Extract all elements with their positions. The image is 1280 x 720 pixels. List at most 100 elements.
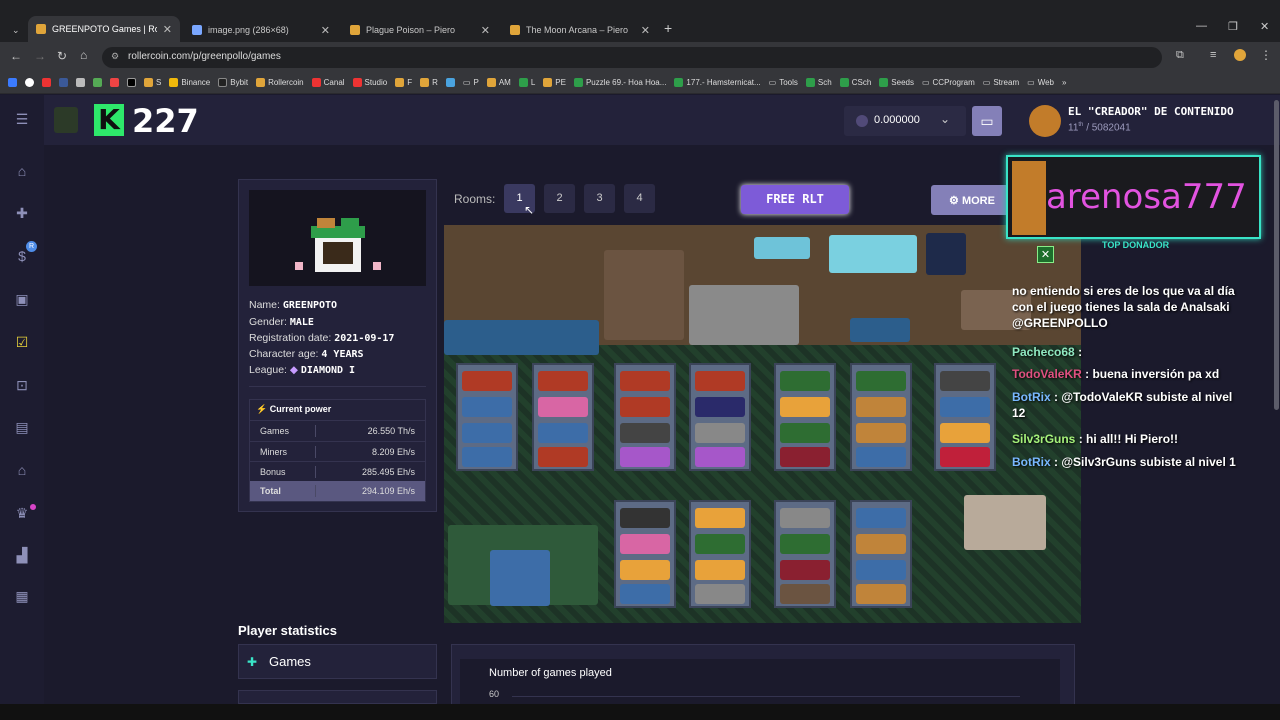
power-row-miners: Miners 8.209 Eh/s [250,441,425,461]
new-tab-icon[interactable]: + [664,20,672,36]
url-input[interactable]: ⚙ rollercoin.com/p/greenpollo/games [102,47,1162,68]
gamepad-icon[interactable]: ✚ [12,205,32,223]
mining-room[interactable] [444,225,1081,623]
profile-avatar-icon[interactable] [1234,49,1246,61]
home-icon[interactable]: ⌂ [80,48,87,62]
trophy-icon[interactable]: ♛ [12,505,32,523]
page-scrollbar[interactable] [1274,100,1279,410]
minimize-icon[interactable]: — [1196,20,1207,32]
bookmark-item[interactable]: Bybit [218,78,248,87]
bookmark-item[interactable]: AM [486,78,511,87]
bookmark-item[interactable]: Seeds [879,78,914,87]
media-icon[interactable]: ≡ [1210,49,1216,61]
bookmark-item[interactable]: Studio [352,78,387,87]
bookmark-item[interactable]: F [395,78,412,87]
miner-rack[interactable] [614,500,676,608]
miner-rack[interactable] [850,363,912,471]
miner-rack[interactable] [532,363,594,471]
menu-icon[interactable]: ☰ [12,111,32,129]
bookmark-item[interactable]: Canal [311,78,345,87]
close-icon[interactable]: ✕ [163,23,172,36]
power-value: 8.209 Eh/s [371,447,415,457]
profile-league-row: League: ◆ DIAMOND I [249,364,355,376]
table[interactable] [964,495,1046,550]
bookmark-item[interactable]: 177.- Hamsternicat... [674,78,761,87]
bookmark-icon[interactable] [93,78,102,87]
youtube-icon[interactable] [110,78,119,87]
room-button-4[interactable]: 4 [624,184,655,213]
miner-rack[interactable] [614,363,676,471]
tab-image[interactable]: image.png (286×68) ✕ [184,18,338,42]
shelf[interactable] [604,250,684,340]
room-button-2[interactable]: 2 [544,184,575,213]
back-icon[interactable]: ← [10,49,22,63]
desk-computer[interactable] [689,285,799,345]
bookmark-icon[interactable] [76,78,85,87]
more-bookmarks-icon[interactable]: » [1062,78,1066,87]
bookmark-icon[interactable] [8,78,17,87]
home-icon[interactable]: ⌂ [12,163,32,181]
bookmark-item[interactable]: R [420,78,438,87]
bookmark-icon[interactable] [42,78,51,87]
marketplace-icon[interactable]: ⌂ [12,462,32,480]
miner-rack[interactable] [774,363,836,471]
stats-tab-games[interactable]: ✚ Games [238,644,437,679]
bookmark-item[interactable]: ▭ CCProgram [922,78,975,87]
extensions-icon[interactable]: ⧉ [1176,49,1184,62]
bookmark-item[interactable]: ▭ Stream [983,78,1019,87]
close-icon[interactable]: ✕ [321,24,330,37]
bookmark-item[interactable]: Sch [805,78,832,87]
miner-rack[interactable] [934,363,996,471]
bookmark-item[interactable]: PE [543,78,566,87]
tab-list-button[interactable]: ⌄ [4,18,24,42]
miner-rack[interactable] [774,500,836,608]
name-label: Name: [249,299,280,311]
bookmark-item[interactable]: ▭ Tools [769,78,798,87]
x-icon[interactable] [127,78,136,87]
close-icon[interactable]: ✕ [641,24,650,37]
tab-moon-arcana[interactable]: The Moon Arcana – Piero ✕ [502,18,658,42]
cart-icon[interactable]: ⊡ [12,377,32,395]
bookmark-item[interactable]: CSch [839,78,871,87]
window-close-icon[interactable]: ✕ [1260,20,1269,33]
miner-rack[interactable] [456,363,518,471]
user-avatar[interactable] [54,107,78,133]
more-button[interactable]: ⚙ MORE [931,185,1011,215]
profile-avatar[interactable] [1029,105,1061,137]
miner-rack[interactable] [850,500,912,608]
arcade-table[interactable] [490,550,550,606]
miner-rack[interactable] [689,363,751,471]
wallet-icon[interactable]: ▭ [972,106,1002,136]
maximize-icon[interactable]: ❐ [1228,20,1238,33]
miner-rack[interactable] [689,500,751,608]
telegram-icon[interactable] [445,78,455,87]
bookmark-item[interactable]: Binance [169,78,210,87]
chat-message: BotRix : @Silv3rGuns subiste al nivel 1 [1012,454,1242,470]
close-icon[interactable]: ✕ [481,24,490,37]
balance-selector[interactable]: 0.000000 ⌄ [844,106,966,136]
bookmark-item[interactable]: L [518,78,535,87]
sheets-icon [879,78,889,87]
bookmark-item[interactable]: Rollercoin [256,78,304,87]
tab-plague-poison[interactable]: Plague Poison – Piero ✕ [342,18,498,42]
tasks-check-icon[interactable]: ☑ [12,334,32,352]
tab-rollercoin[interactable]: GREENPOTO Games | Rollercoin ✕ [28,16,180,42]
storage-icon[interactable]: ▤ [12,419,32,437]
bookmark-item[interactable]: Puzzle 69.- Hoa Hoa... [573,78,666,87]
facebook-icon[interactable] [59,78,68,87]
stats-tab-next[interactable] [238,690,437,704]
site-info-icon[interactable]: ⚙ [111,51,119,62]
menu-kebab-icon[interactable]: ⋮ [1260,48,1272,62]
shop-bag-icon[interactable]: ▣ [12,291,32,309]
room-button-3[interactable]: 3 [584,184,615,213]
free-rlt-button[interactable]: FREE RLT [741,185,849,214]
rig-icon[interactable]: ▟ [12,547,32,565]
close-icon[interactable]: ✕ [1037,246,1054,263]
forward-icon[interactable]: → [34,49,46,63]
news-icon[interactable]: ▦ [12,588,32,606]
bookmark-item[interactable]: ▭ P [463,78,479,87]
reload-icon[interactable]: ↻ [57,49,67,63]
bookmark-icon[interactable] [25,78,34,87]
bookmark-item[interactable]: ▭ Web [1027,78,1054,87]
bookmark-item[interactable]: S [144,78,161,87]
